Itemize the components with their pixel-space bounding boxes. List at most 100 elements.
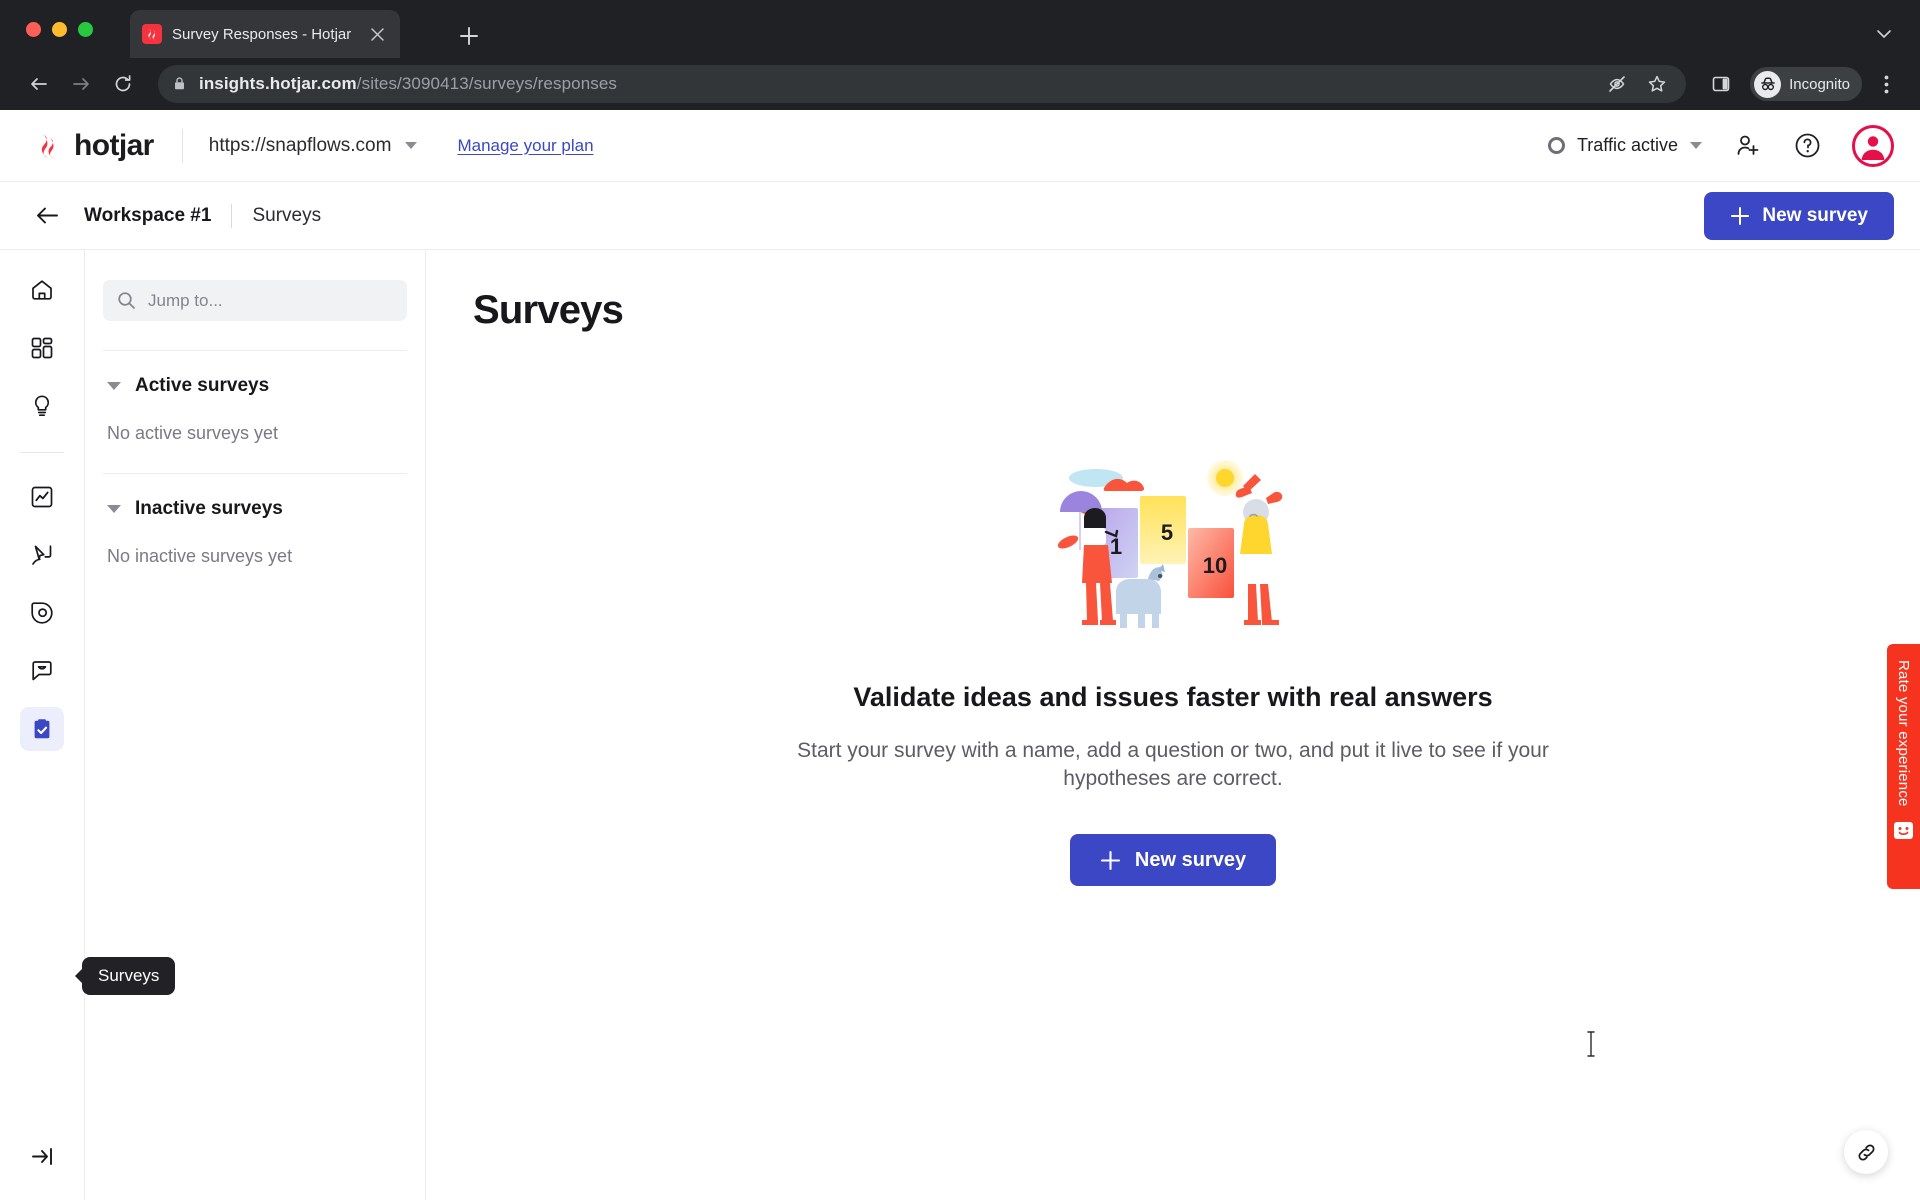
tab-strip: Survey Responses - Hotjar <box>0 0 1920 58</box>
surveys-list-panel: Active surveys No active surveys yet Ina… <box>85 250 426 1200</box>
address-bar[interactable]: insights.hotjar.com/sites/3090413/survey… <box>158 65 1687 103</box>
svg-text:10: 10 <box>1203 553 1227 578</box>
collapse-panel-icon[interactable] <box>20 1134 64 1178</box>
site-selector[interactable]: https://snapflows.com <box>209 135 418 157</box>
dashboard-grid-icon <box>31 337 53 359</box>
forward-arrow-icon[interactable] <box>62 65 100 103</box>
group-title: Inactive surveys <box>135 498 283 519</box>
search-icon <box>117 291 136 310</box>
hotjar-logo[interactable]: hotjar <box>36 129 154 163</box>
omnibox-actions <box>1606 73 1672 95</box>
browser-tab[interactable]: Survey Responses - Hotjar <box>130 10 400 58</box>
sidebar-item-trends[interactable] <box>20 475 64 519</box>
icon-rail: Surveys <box>0 250 176 1200</box>
smiley-face-icon <box>1893 821 1914 840</box>
app-header: hotjar https://snapflows.com Manage your… <box>0 110 1920 182</box>
question-mark-icon[interactable] <box>1792 131 1822 161</box>
side-panel-icon[interactable] <box>1710 73 1732 95</box>
svg-text:1: 1 <box>1110 534 1122 559</box>
sidebar-item-dashboards[interactable] <box>20 326 64 370</box>
breadcrumb-current: Surveys <box>252 204 322 226</box>
manage-plan-link[interactable]: Manage your plan <box>457 136 593 156</box>
star-icon[interactable] <box>1646 73 1668 95</box>
empty-state: 1 5 10 Validate ideas and issues faster … <box>426 450 1920 887</box>
rate-experience-tab[interactable]: Rate your experience <box>1887 644 1920 889</box>
link-chain-icon <box>1858 1144 1874 1160</box>
back-arrow-icon[interactable] <box>20 65 58 103</box>
feedback-bubble-icon <box>32 661 52 681</box>
new-survey-button-header[interactable]: New survey <box>1704 191 1894 240</box>
profile-label: Incognito <box>1789 75 1850 93</box>
back-arrow-icon[interactable] <box>30 199 64 233</box>
inactive-surveys-empty: No inactive surveys yet <box>107 546 293 566</box>
browser-toolbar: insights.hotjar.com/sites/3090413/survey… <box>0 58 1920 110</box>
tab-title: Survey Responses - Hotjar <box>172 25 352 43</box>
sidebar-item-recordings[interactable] <box>20 591 64 635</box>
new-survey-label: New survey <box>1762 204 1868 226</box>
survey-rating-illustration: 1 5 10 <box>1040 450 1306 640</box>
divider <box>181 128 183 163</box>
group-title: Active surveys <box>135 375 270 396</box>
hotjar-favicon-icon <box>142 24 162 44</box>
hotjar-app: hotjar https://snapflows.com Manage your… <box>0 110 1920 1200</box>
incognito-profile-chip[interactable]: Incognito <box>1750 67 1862 101</box>
svg-text:5: 5 <box>1161 520 1173 545</box>
text-cursor <box>1586 1031 1596 1057</box>
surveys-tooltip: Surveys <box>82 957 176 995</box>
close-icon[interactable] <box>366 23 388 45</box>
search-input[interactable] <box>148 290 393 311</box>
tab-search-chevron-down-icon[interactable] <box>1870 20 1898 48</box>
empty-state-title: Validate ideas and issues faster with re… <box>853 682 1493 712</box>
maximize-window-button[interactable] <box>78 22 93 37</box>
minimize-window-button[interactable] <box>52 22 67 37</box>
header-actions: Traffic active <box>1547 124 1894 167</box>
clipboard-check-icon <box>34 719 50 739</box>
caret-down-icon <box>107 382 121 390</box>
new-survey-button-main[interactable]: New survey <box>1069 834 1277 887</box>
browser-chrome: Survey Responses - Hotjar insights.hotja… <box>0 0 1920 110</box>
reload-icon[interactable] <box>104 65 142 103</box>
close-window-button[interactable] <box>26 22 41 37</box>
incognito-icon <box>1754 70 1782 98</box>
chevron-down-icon <box>405 142 418 149</box>
lightbulb-icon <box>34 395 50 417</box>
inactive-surveys-group: Inactive surveys No inactive surveys yet <box>103 474 407 567</box>
trends-chart-icon <box>31 486 53 508</box>
active-surveys-group: Active surveys No active surveys yet <box>103 351 407 474</box>
window-traffic-lights <box>26 22 93 37</box>
sidebar-item-surveys[interactable] <box>20 707 64 751</box>
inactive-surveys-header[interactable]: Inactive surveys <box>103 498 407 520</box>
search-input-wrapper[interactable] <box>103 280 407 321</box>
breadcrumb-bar: Workspace #1 Surveys New survey <box>0 182 1920 250</box>
empty-state-description: Start your survey with a name, add a que… <box>797 739 1549 790</box>
avatar[interactable] <box>1852 124 1894 167</box>
eye-off-icon[interactable] <box>1606 73 1628 95</box>
divider <box>20 452 64 453</box>
plus-icon <box>1100 850 1120 870</box>
traffic-status-label: Traffic active <box>1576 135 1678 155</box>
sidebar-item-feedback[interactable] <box>20 649 64 693</box>
rate-experience-label: Rate your experience <box>1895 660 1912 807</box>
copy-link-button[interactable] <box>1844 1130 1888 1174</box>
lock-icon <box>172 76 188 92</box>
hotjar-flame-icon <box>41 134 54 158</box>
home-icon <box>32 280 52 300</box>
active-surveys-empty: No active surveys yet <box>107 423 279 443</box>
breadcrumb-workspace[interactable]: Workspace #1 <box>84 205 211 227</box>
traffic-status-dropdown[interactable]: Traffic active <box>1547 135 1702 156</box>
add-user-icon[interactable] <box>1732 131 1762 161</box>
chevron-down-icon <box>1690 142 1702 149</box>
plus-icon <box>1731 206 1750 225</box>
app-body: Surveys Active surveys No active surveys… <box>0 250 1920 1200</box>
page-title: Surveys <box>473 288 624 332</box>
active-surveys-header[interactable]: Active surveys <box>103 375 407 397</box>
sidebar-item-highlights[interactable] <box>20 384 64 428</box>
sidebar-item-funnels[interactable] <box>20 533 64 577</box>
brand-name: hotjar <box>74 128 154 162</box>
kebab-menu-icon[interactable] <box>1872 66 1900 102</box>
new-tab-button[interactable] <box>455 22 483 50</box>
funnel-cursor-icon <box>32 545 52 565</box>
url-text: insights.hotjar.com/sites/3090413/survey… <box>199 74 617 93</box>
new-survey-label: New survey <box>1134 848 1247 871</box>
sidebar-item-home[interactable] <box>20 268 64 312</box>
